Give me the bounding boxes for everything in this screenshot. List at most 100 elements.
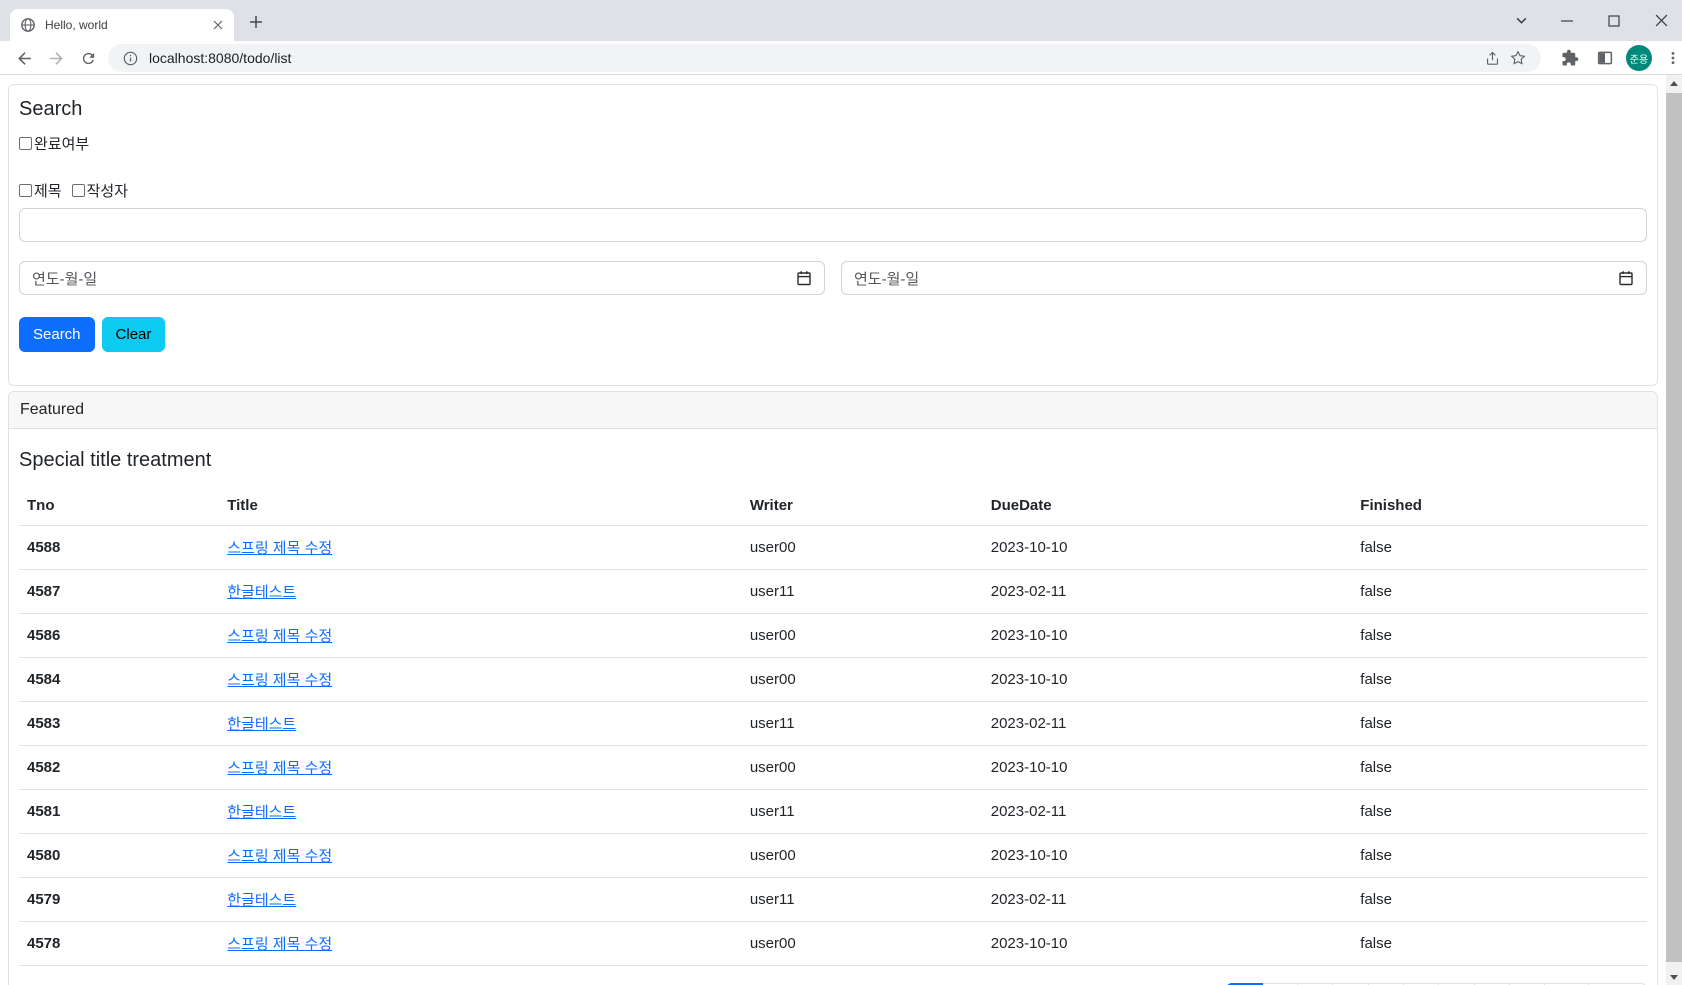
share-icon[interactable] xyxy=(1479,45,1505,71)
todo-writer: user11 xyxy=(741,789,983,834)
clear-button[interactable]: Clear xyxy=(101,317,166,352)
window-close-button[interactable] xyxy=(1638,0,1682,41)
column-header-finished: Finished xyxy=(1352,486,1647,526)
todo-finished: false xyxy=(1352,745,1647,790)
todo-tno: 4579 xyxy=(19,877,220,922)
forward-icon[interactable] xyxy=(42,44,70,72)
writer-checkbox[interactable] xyxy=(71,184,85,197)
todo-finished: false xyxy=(1352,569,1647,614)
table-row: 4579 한글테스트 user11 2023-02-11 false xyxy=(19,877,1647,922)
profile-avatar[interactable]: 준용 xyxy=(1626,45,1652,71)
todo-tno: 4582 xyxy=(19,745,220,790)
tab-strip: Hello, world xyxy=(0,0,1682,41)
search-button[interactable]: Search xyxy=(19,317,95,352)
todo-tno: 4581 xyxy=(19,789,220,834)
card-header: Featured xyxy=(9,392,1657,429)
todo-title-link[interactable]: 스프링 제목 수정 xyxy=(227,540,332,557)
todo-finished: false xyxy=(1352,833,1647,878)
table-row: 4578 스프링 제목 수정 user00 2023-10-10 false xyxy=(19,921,1647,966)
todo-title-link[interactable]: 스프링 제목 수정 xyxy=(227,628,332,645)
title-checkbox[interactable] xyxy=(19,184,32,197)
todo-writer: user00 xyxy=(741,833,983,878)
keyword-input[interactable] xyxy=(19,208,1647,242)
tab-search-chevron-icon[interactable] xyxy=(1498,0,1544,41)
todo-title-link[interactable]: 스프링 제목 수정 xyxy=(227,848,332,865)
todo-writer: user00 xyxy=(741,525,983,570)
scrollbar-up-arrow[interactable] xyxy=(1666,75,1682,91)
todo-title-link[interactable]: 스프링 제목 수정 xyxy=(227,760,332,777)
scrollbar-thumb[interactable] xyxy=(1666,93,1682,962)
tab-close-icon[interactable] xyxy=(209,17,226,34)
url-text[interactable]: localhost:8080/todo/list xyxy=(149,50,1479,66)
todo-title-link[interactable]: 한글테스트 xyxy=(227,584,296,601)
page-info-icon[interactable] xyxy=(118,46,142,70)
column-header-duedate: DueDate xyxy=(982,486,1353,526)
finished-checkbox[interactable] xyxy=(19,137,32,150)
todo-writer: user00 xyxy=(741,745,983,790)
browser-window: Hello, world localhost:8080/todo/list 준용… xyxy=(0,0,1682,985)
todo-finished: false xyxy=(1352,921,1647,966)
todo-tno: 4586 xyxy=(19,613,220,658)
search-heading: Search xyxy=(19,98,83,120)
todo-duedate: 2023-10-10 xyxy=(982,921,1353,966)
writer-checkbox-label: 작성자 xyxy=(86,183,129,200)
extensions-puzzle-icon[interactable] xyxy=(1556,44,1584,72)
page-content: Search 완료여부 제목 작성자 연도-월-일 연도-월-일 Search … xyxy=(0,76,1666,985)
tab-title: Hello, world xyxy=(45,18,108,32)
todo-finished: false xyxy=(1352,877,1647,922)
browser-tab[interactable]: Hello, world xyxy=(10,9,234,41)
browser-toolbar: localhost:8080/todo/list 준용 xyxy=(0,41,1682,75)
todo-title-link[interactable]: 한글테스트 xyxy=(227,804,296,821)
todo-finished: false xyxy=(1352,613,1647,658)
todo-duedate: 2023-10-10 xyxy=(982,833,1353,878)
todo-writer: user11 xyxy=(741,701,983,746)
todo-duedate: 2023-02-11 xyxy=(982,789,1353,834)
todo-table: Tno Title Writer DueDate Finished 4588 스… xyxy=(19,486,1647,966)
bookmark-star-icon[interactable] xyxy=(1505,45,1531,71)
table-row: 4583 한글테스트 user11 2023-02-11 false xyxy=(19,701,1647,746)
page-scrollbar[interactable] xyxy=(1666,75,1682,985)
calendar-icon[interactable] xyxy=(1618,270,1634,286)
maximize-button[interactable] xyxy=(1591,0,1637,41)
todo-duedate: 2023-02-11 xyxy=(982,701,1353,746)
side-panel-icon[interactable] xyxy=(1591,44,1619,72)
title-checkbox-label: 제목 xyxy=(34,183,62,200)
date-to-input[interactable]: 연도-월-일 xyxy=(841,261,1647,295)
todo-duedate: 2023-02-11 xyxy=(982,877,1353,922)
todo-title-link[interactable]: 스프링 제목 수정 xyxy=(227,936,332,953)
todo-duedate: 2023-02-11 xyxy=(982,569,1353,614)
menu-kebab-icon[interactable] xyxy=(1659,44,1682,72)
card-title: Special title treatment xyxy=(19,449,212,471)
todo-title-link[interactable]: 한글테스트 xyxy=(227,716,296,733)
url-bar[interactable]: localhost:8080/todo/list xyxy=(108,44,1541,72)
minimize-button[interactable] xyxy=(1544,0,1590,41)
date-from-input[interactable]: 연도-월-일 xyxy=(19,261,825,295)
table-row: 4586 스프링 제목 수정 user00 2023-10-10 false xyxy=(19,613,1647,658)
search-card: Search 완료여부 제목 작성자 연도-월-일 연도-월-일 Search … xyxy=(8,84,1658,386)
column-header-title: Title xyxy=(219,486,742,526)
reload-icon[interactable] xyxy=(74,44,102,72)
todo-table-body: 4588 스프링 제목 수정 user00 2023-10-10 false 4… xyxy=(19,525,1647,966)
todo-list-card: Featured Special title treatment Tno Tit… xyxy=(8,391,1658,985)
date-from-placeholder: 연도-월-일 xyxy=(32,270,98,288)
new-tab-button[interactable] xyxy=(247,13,264,30)
table-header-row: Tno Title Writer DueDate Finished xyxy=(19,486,1647,526)
scrollbar-down-arrow[interactable] xyxy=(1666,969,1682,985)
todo-tno: 4583 xyxy=(19,701,220,746)
globe-favicon-icon xyxy=(20,17,36,33)
todo-title-link[interactable]: 한글테스트 xyxy=(227,892,296,909)
todo-title-link[interactable]: 스프링 제목 수정 xyxy=(227,672,332,689)
table-row: 4588 스프링 제목 수정 user00 2023-10-10 false xyxy=(19,525,1647,570)
todo-tno: 4578 xyxy=(19,921,220,966)
todo-tno: 4587 xyxy=(19,569,220,614)
todo-duedate: 2023-10-10 xyxy=(982,657,1353,702)
table-row: 4587 한글테스트 user11 2023-02-11 false xyxy=(19,569,1647,614)
column-header-writer: Writer xyxy=(741,486,983,526)
todo-finished: false xyxy=(1352,701,1647,746)
table-row: 4584 스프링 제목 수정 user00 2023-10-10 false xyxy=(19,657,1647,702)
todo-duedate: 2023-10-10 xyxy=(982,613,1353,658)
calendar-icon[interactable] xyxy=(796,270,812,286)
back-icon[interactable] xyxy=(10,44,38,72)
todo-writer: user11 xyxy=(741,569,983,614)
todo-finished: false xyxy=(1352,657,1647,702)
